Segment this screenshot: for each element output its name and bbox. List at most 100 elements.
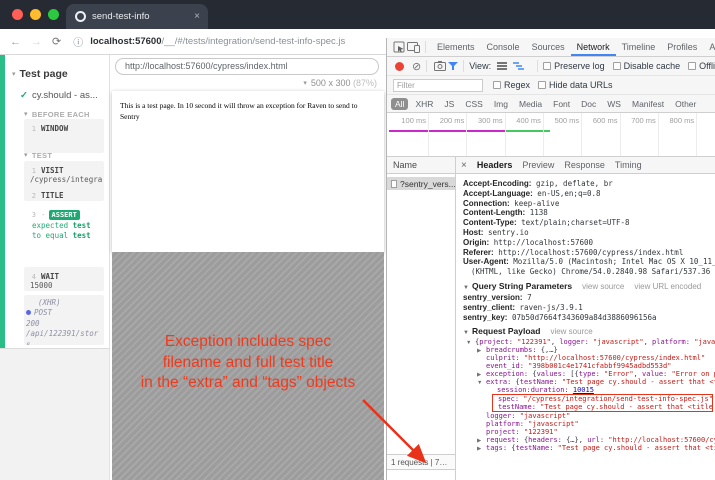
filter-input[interactable] <box>393 79 483 92</box>
xhr-url-more: s... <box>26 340 102 345</box>
filter-pill-js[interactable]: JS <box>440 98 458 110</box>
request-payload-section-header[interactable]: ▼Request Payloadview source <box>463 326 715 336</box>
command-window[interactable]: 1WINDOW <box>24 119 104 153</box>
annotation-text: Exception includes spec filename and ful… <box>112 332 384 394</box>
devtools-tab-application[interactable]: Application <box>703 38 715 56</box>
link-view-source[interactable]: view source <box>582 282 624 291</box>
payload-row[interactable]: ▶breadcrumbs: {,…} <box>463 346 715 354</box>
network-overview[interactable]: 100 ms200 ms300 ms400 ms500 ms600 ms700 … <box>387 113 715 157</box>
xhr-indicator-dot-icon <box>26 310 31 315</box>
document-icon <box>391 180 397 188</box>
timeline-tick-label: 700 ms <box>621 116 656 125</box>
name-column-header[interactable]: Name <box>387 157 456 173</box>
command-xhr[interactable]: (XHR) POST 200 /api/122391/stor s... <box>24 295 104 345</box>
timeline-tick-label: 100 ms <box>391 116 426 125</box>
checkbox-preserve-log[interactable]: Preserve log <box>543 61 605 71</box>
device-toolbar-icon[interactable] <box>407 42 420 53</box>
window-close-button[interactable] <box>12 9 23 20</box>
suite-title[interactable]: ▾Test page <box>12 68 68 80</box>
link-view-URL-encoded[interactable]: view URL encoded <box>634 282 701 291</box>
view-overview-icon[interactable] <box>513 62 524 70</box>
devtools-tab-network[interactable]: Network <box>571 38 616 56</box>
payload-row[interactable]: ▼{project: "122391", logger: "javascript… <box>463 338 715 346</box>
clear-icon[interactable]: ⊘ <box>412 60 421 73</box>
filter-pill-font[interactable]: Font <box>549 98 574 110</box>
filter-funnel-icon[interactable] <box>448 62 458 71</box>
timeline-tick-label: 600 ms <box>583 116 618 125</box>
command-visit-title[interactable]: 1VISIT /cypress/integra 2TITLE <box>24 161 104 201</box>
header-line: Accept-Language: en-US,en;q=0.8 <box>463 189 715 199</box>
filter-pill-manifest[interactable]: Manifest <box>628 98 668 110</box>
request-name: ?sentry_vers... <box>400 179 455 189</box>
query-string-section-header[interactable]: ▼Query String Parametersview sourceview … <box>463 281 715 291</box>
detail-tab-response[interactable]: Response <box>559 160 610 170</box>
screen: send-test-info × ← → ⟳ ⓘ localhost:57600… <box>0 0 715 480</box>
filter-pill-xhr[interactable]: XHR <box>411 98 437 110</box>
browser-tab[interactable]: send-test-info × <box>66 4 208 29</box>
close-details-icon[interactable]: × <box>461 160 467 171</box>
back-button[interactable]: ← <box>10 36 21 48</box>
disclosure-triangle-icon[interactable]: ▶ <box>477 446 481 452</box>
browser-tab-bar: send-test-info × <box>0 0 715 29</box>
detail-tab-headers[interactable]: Headers <box>472 160 518 170</box>
reload-button[interactable]: ⟳ <box>52 35 61 48</box>
checkbox-disable-cache[interactable]: Disable cache <box>613 61 681 71</box>
filter-pill-img[interactable]: Img <box>490 98 512 110</box>
tab-title: send-test-info <box>92 11 190 22</box>
window-zoom-button[interactable] <box>48 9 59 20</box>
forward-button[interactable]: → <box>31 36 42 48</box>
filter-pill-media[interactable]: Media <box>515 98 546 110</box>
tab-close-icon[interactable]: × <box>194 11 200 22</box>
devtools-tab-sources[interactable]: Sources <box>526 38 571 56</box>
network-body: ?sentry_vers... 1 requests | 7… Accept-E… <box>387 174 715 480</box>
checkbox-regex[interactable]: Regex <box>493 80 530 90</box>
header-line: Content-Type: text/plain;charset=UTF-8 <box>463 218 715 228</box>
payload-row[interactable]: ▼extra: {testName: "Test page cy.should … <box>463 378 715 386</box>
filter-pill-css[interactable]: CSS <box>461 98 486 110</box>
resource-type-filters: AllXHRJSCSS ImgMediaFontDocWSManifestOthe… <box>387 95 715 113</box>
xhr-status: 200 <box>26 319 102 329</box>
command-arg: /cypress/integra <box>26 175 102 186</box>
filter-pill-all[interactable]: All <box>391 98 408 110</box>
payload-row[interactable]: ▶tags: {testName: "Test page cy.should -… <box>463 444 715 452</box>
section-test[interactable]: ▾TEST <box>24 151 52 160</box>
header-line: Referer: http://localhost:57600/cypress/… <box>463 248 715 258</box>
filter-pill-doc[interactable]: Doc <box>577 98 600 110</box>
xhr-method: POST <box>34 308 52 317</box>
address-bar[interactable]: localhost:57600/__/#/tests/integration/s… <box>90 36 345 47</box>
section-before-each[interactable]: ▾BEFORE EACH <box>24 110 90 119</box>
devtools-tab-timeline[interactable]: Timeline <box>616 38 662 56</box>
command-wait[interactable]: 4WAIT 15000 <box>24 267 104 291</box>
detail-tab-timing[interactable]: Timing <box>610 160 647 170</box>
request-row[interactable]: ?sentry_vers... <box>387 177 455 190</box>
inspect-element-icon[interactable] <box>393 41 405 53</box>
aut-iframe: This is a test page. In 10 second it wil… <box>112 91 384 252</box>
screenshot-camera-icon[interactable] <box>434 61 446 71</box>
header-line-cont: (KHTML, like Gecko) Chrome/54.0.2840.98 … <box>463 267 715 277</box>
window-minimize-button[interactable] <box>30 9 41 20</box>
payload-row: platform: "javascript" <box>463 420 715 428</box>
view-list-icon[interactable] <box>497 62 507 70</box>
record-button[interactable] <box>395 62 404 71</box>
page-info-icon[interactable]: ⓘ <box>73 34 83 49</box>
payload-row[interactable]: ▶exception: {values: [{type: "Error", va… <box>463 370 715 378</box>
devtools-tab-profiles[interactable]: Profiles <box>661 38 703 56</box>
checkbox-hide-data-urls[interactable]: Hide data URLs <box>538 80 613 90</box>
sidebar-empty-area <box>0 348 109 480</box>
detail-tab-preview[interactable]: Preview <box>517 160 559 170</box>
aut-url-bar[interactable]: http://localhost:57600/cypress/index.htm… <box>115 58 379 75</box>
test-title[interactable]: ✓cy.should - as... <box>20 90 98 101</box>
checkbox-offline[interactable]: Offline <box>688 61 715 71</box>
header-line: sentry_version: 7 <box>463 293 715 303</box>
command-assert[interactable]: 3-ASSERT expected test to equal test <box>24 205 104 261</box>
disclosure-triangle-icon: ▼ <box>463 285 469 291</box>
payload-row[interactable]: ▶request: {headers: {…}, url: "http://lo… <box>463 436 715 444</box>
filter-pill-other[interactable]: Other <box>671 98 700 110</box>
viewport-size[interactable]: ▾500 x 300 (87%) <box>303 78 377 88</box>
payload-row: logger: "javascript" <box>463 412 715 420</box>
devtools-tab-console[interactable]: Console <box>481 38 526 56</box>
devtools-tab-elements[interactable]: Elements <box>431 38 481 56</box>
link-view-source[interactable]: view source <box>550 327 592 336</box>
out-of-bounds-area: Exception includes spec filename and ful… <box>112 252 384 480</box>
filter-pill-ws[interactable]: WS <box>603 98 625 110</box>
